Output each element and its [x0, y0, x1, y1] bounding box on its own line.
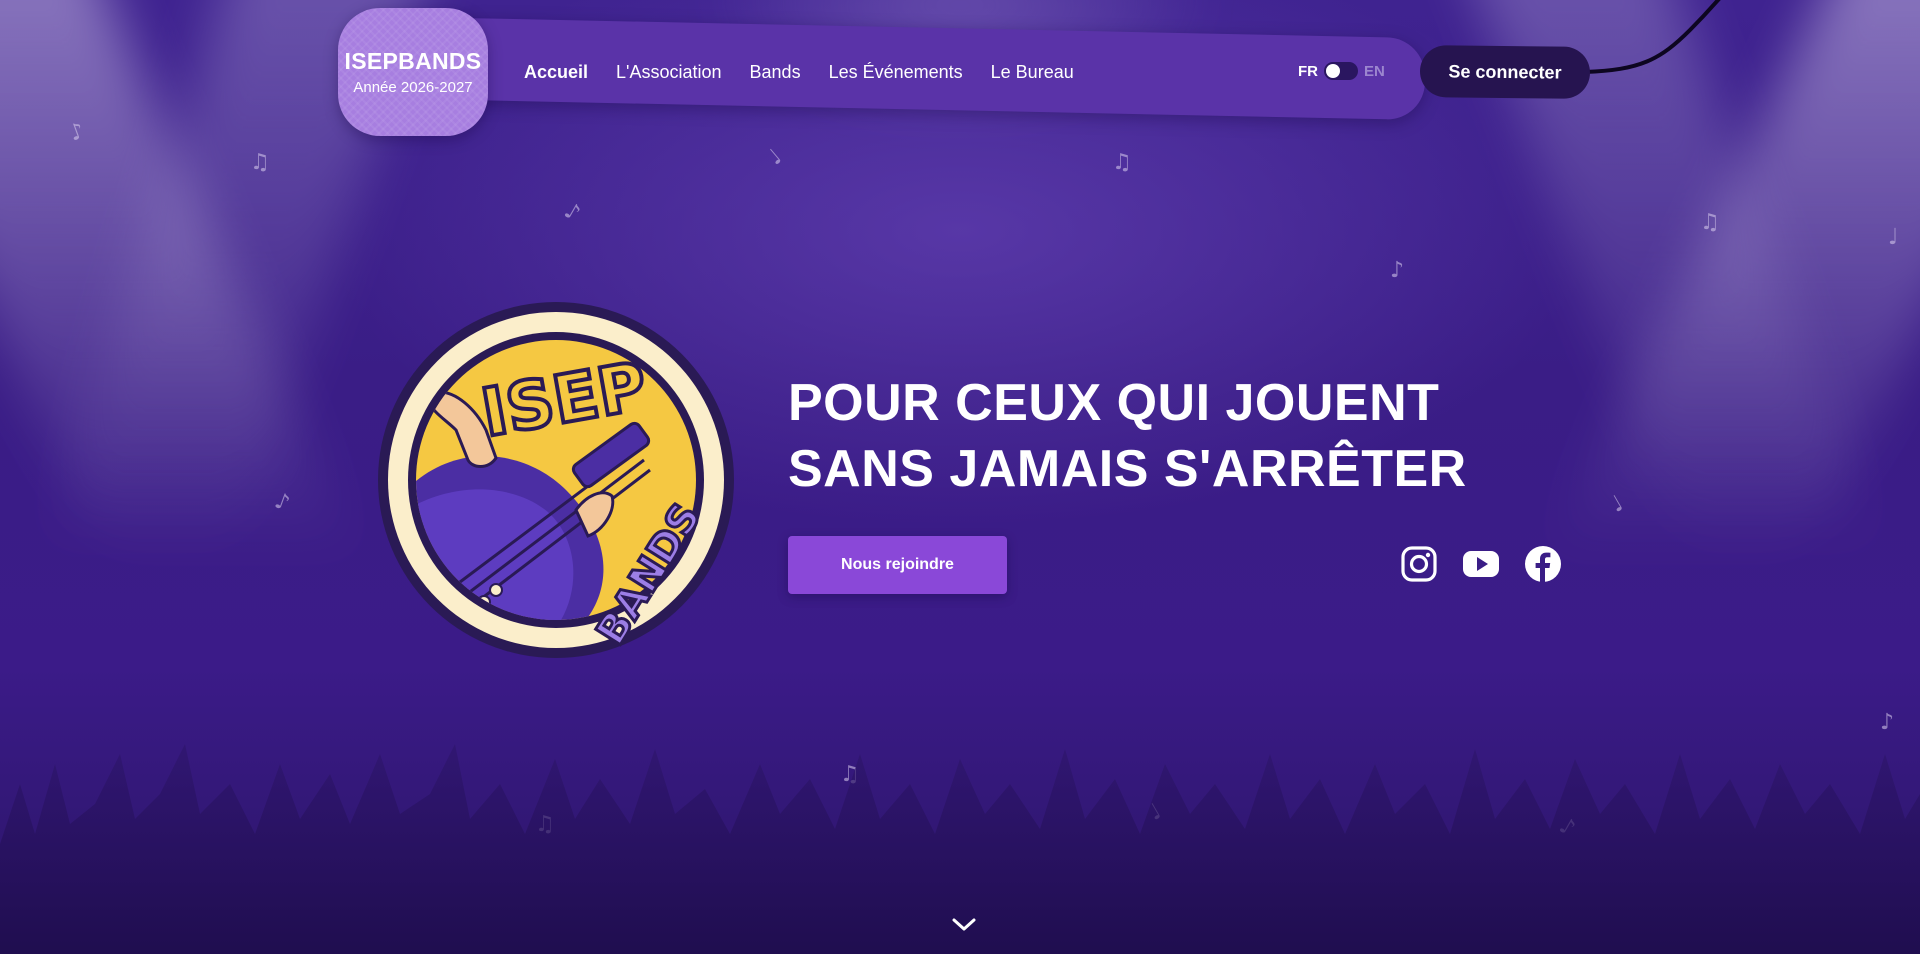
chevron-down-icon[interactable]: [950, 914, 978, 936]
facebook-icon[interactable]: [1524, 545, 1562, 583]
season-label: Année 2026-2027: [353, 79, 473, 96]
isepbands-logo: ISEP BANDS: [378, 302, 734, 658]
nav-item-accueil[interactable]: Accueil: [524, 60, 588, 84]
language-en-label: EN: [1364, 62, 1385, 80]
music-note-icon: ♪: [66, 118, 88, 147]
nav-item-association[interactable]: L'Association: [616, 60, 722, 84]
music-note-icon: ♪: [559, 198, 585, 227]
youtube-icon[interactable]: [1462, 545, 1500, 583]
language-toggle[interactable]: [1324, 62, 1358, 80]
music-note-icon: ♩: [763, 144, 788, 171]
music-note-icon: ♫: [1112, 150, 1132, 175]
hero-title: POUR CEUX QUI JOUENT SANS JAMAIS S'ARRÊT…: [788, 370, 1508, 502]
join-button[interactable]: Nous rejoindre: [788, 536, 1007, 594]
hero-title-line-1: POUR CEUX QUI JOUENT: [788, 374, 1440, 432]
music-note-icon: ♪: [1390, 258, 1405, 283]
site-logo-badge[interactable]: ISEPBANDS Année 2026-2027: [338, 8, 488, 136]
nav-item-bands[interactable]: Bands: [750, 60, 801, 84]
music-note-icon: ♫: [1700, 210, 1720, 235]
music-note-icon: ♪: [271, 488, 293, 517]
toggle-knob: [1326, 64, 1340, 78]
language-switcher: FR EN: [1298, 62, 1385, 80]
music-note-icon: ♩: [1606, 491, 1628, 518]
nav-item-bureau[interactable]: Le Bureau: [991, 60, 1074, 84]
login-button[interactable]: Se connecter: [1419, 45, 1591, 99]
instagram-icon[interactable]: [1400, 545, 1438, 583]
social-links: [1400, 545, 1562, 583]
spotlight-beam: [1548, 0, 1920, 560]
site-name: ISEPBANDS: [344, 48, 482, 74]
cable-decoration: [1584, 0, 1721, 74]
music-note-icon: ♩: [1888, 225, 1899, 250]
language-fr-label: FR: [1298, 62, 1318, 80]
page-background: ♪ ♪ ♩ ♫ ♪ ♫ ♩ ♪ ♩ ♪ ♩ ♪ ♫ ♫ ♫ ISEPBANDS …: [0, 0, 1920, 954]
hero-title-line-2: SANS JAMAIS S'ARRÊTER: [788, 440, 1467, 498]
main-nav: Accueil L'Association Bands Les Événemen…: [524, 60, 1074, 84]
spotlight-beam: [0, 0, 359, 560]
nav-item-evenements[interactable]: Les Événements: [829, 60, 963, 84]
music-note-icon: ♫: [250, 150, 270, 175]
